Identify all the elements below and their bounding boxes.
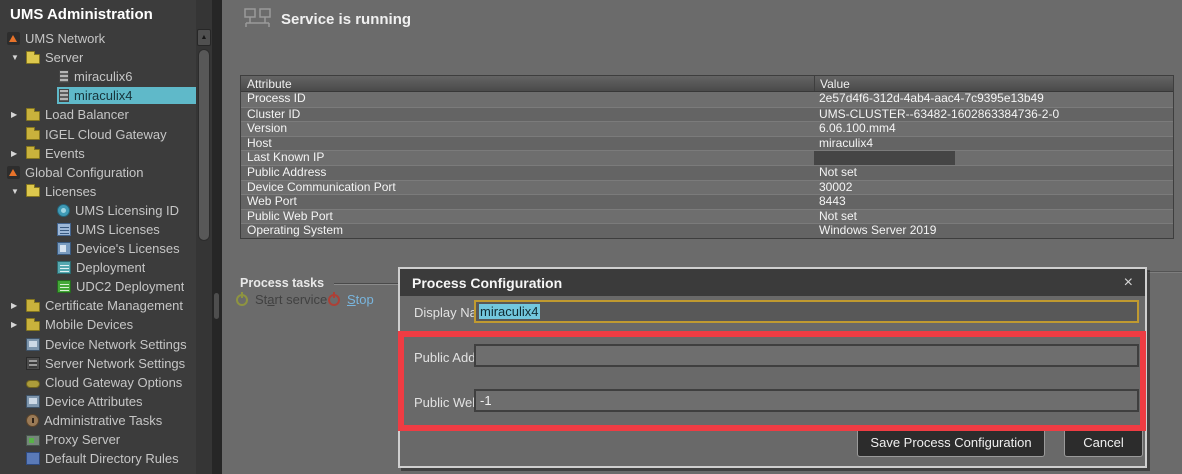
- expander-icon[interactable]: ▼: [9, 187, 26, 196]
- tree-item[interactable]: miraculix4: [0, 86, 196, 105]
- tree-item[interactable]: ▶ Events: [0, 144, 196, 163]
- process-tasks-divider: [334, 283, 398, 285]
- background-divider: [1148, 271, 1182, 273]
- status-header: Service is running: [244, 8, 411, 30]
- sidebar-title: UMS Administration: [10, 6, 153, 23]
- tree-item[interactable]: Administrative Tasks: [0, 411, 196, 430]
- cloud-icon: [26, 380, 40, 388]
- tree-item[interactable]: Global Configuration: [0, 163, 196, 182]
- table-row[interactable]: Process ID 2e57d4f6-312d-4ab4-aac4-7c939…: [241, 92, 1173, 107]
- ums-administration-window: UMS Administration UMS Network ▼ Server: [0, 0, 1182, 474]
- tree-item[interactable]: ▶ Mobile Devices: [0, 315, 196, 334]
- tree-item[interactable]: ▼ Server: [0, 48, 196, 67]
- sidebar: UMS Administration UMS Network ▼ Server: [0, 0, 196, 474]
- table-row[interactable]: Public Web Port Not set: [241, 209, 1173, 224]
- monitor-icon: [26, 395, 40, 408]
- selected-text: miraculix4: [479, 304, 540, 319]
- deployment-icon: [57, 261, 71, 274]
- network-icon: [244, 8, 271, 30]
- stop-service-link[interactable]: Stop: [328, 292, 374, 307]
- clock-icon: [26, 414, 39, 427]
- sidebar-scrollbar[interactable]: ▲: [196, 0, 212, 474]
- table-row[interactable]: Host miraculix4: [241, 136, 1173, 151]
- tree-item[interactable]: IGEL Cloud Gateway: [0, 124, 196, 143]
- tree-item[interactable]: Deployment: [0, 258, 196, 277]
- folder-icon: [26, 149, 40, 159]
- cancel-button[interactable]: Cancel: [1064, 428, 1143, 457]
- splitter-handle-icon[interactable]: [214, 293, 219, 319]
- process-tasks-label: Process tasks: [240, 276, 324, 290]
- tree-item[interactable]: Device Network Settings: [0, 335, 196, 354]
- display-name-field[interactable]: miraculix4: [474, 300, 1139, 323]
- process-configuration-dialog: Process Configuration × Display Name mir…: [398, 267, 1147, 468]
- tree-item[interactable]: Device Attributes: [0, 392, 196, 411]
- panel-splitter[interactable]: [212, 0, 222, 474]
- tree-item[interactable]: Cloud Gateway Options: [0, 373, 196, 392]
- table-row[interactable]: Version 6.06.100.mm4: [241, 121, 1173, 136]
- tree-item[interactable]: ▶ Load Balancer: [0, 105, 196, 124]
- power-start-icon: [236, 294, 248, 306]
- redaction-box: [814, 151, 955, 165]
- table-row[interactable]: Public Address Not set: [241, 165, 1173, 180]
- dialog-title: Process Configuration: [412, 275, 562, 291]
- igel-logo-icon: [7, 32, 20, 45]
- rules-icon: [26, 452, 40, 465]
- public-address-field[interactable]: [474, 344, 1139, 367]
- navigation-tree: UMS Network ▼ Server miraculix6: [0, 29, 196, 474]
- expander-icon[interactable]: ▼: [9, 53, 26, 62]
- tree-item[interactable]: Default Directory Rules: [0, 449, 196, 468]
- scrollbar-thumb[interactable]: [198, 49, 210, 241]
- folder-open-icon: [26, 54, 40, 64]
- table-row[interactable]: Cluster ID UMS-CLUSTER--63482-1602863384…: [241, 107, 1173, 122]
- power-stop-icon: [328, 294, 340, 306]
- proxy-icon: [26, 435, 40, 446]
- expander-icon[interactable]: ▶: [9, 149, 26, 158]
- status-title: Service is running: [281, 11, 411, 28]
- expander-icon[interactable]: ▶: [9, 301, 26, 310]
- folder-open-icon: [26, 187, 40, 197]
- igel-logo-icon: [7, 166, 20, 179]
- tree-item[interactable]: Server Network Settings: [0, 354, 196, 373]
- device-network-icon: [26, 338, 40, 351]
- expander-icon[interactable]: ▶: [9, 320, 26, 329]
- server-icon: [59, 89, 69, 102]
- table-body: Process ID 2e57d4f6-312d-4ab4-aac4-7c939…: [241, 92, 1173, 238]
- tree-item[interactable]: UDC2 Deployment: [0, 277, 196, 296]
- table-row[interactable]: Device Communication Port 30002: [241, 180, 1173, 195]
- tree-item[interactable]: Device's Licenses: [0, 239, 196, 258]
- folder-icon: [26, 111, 40, 121]
- server-network-icon: [26, 357, 40, 370]
- licensing-id-icon: [57, 204, 70, 217]
- attribute-table: Attribute Value Process ID 2e57d4f6-312d…: [240, 75, 1174, 239]
- dialog-titlebar: Process Configuration ×: [400, 269, 1145, 296]
- tree-item[interactable]: UMS Licensing ID: [0, 201, 196, 220]
- save-process-configuration-button[interactable]: Save Process Configuration: [857, 428, 1045, 457]
- tree-item[interactable]: UMS Licenses: [0, 220, 196, 239]
- table-row[interactable]: Web Port 8443: [241, 194, 1173, 209]
- server-icon: [59, 70, 69, 83]
- column-header-value[interactable]: Value: [814, 76, 1173, 91]
- table-header: Attribute Value: [241, 76, 1173, 92]
- folder-icon: [26, 302, 40, 312]
- tree-item[interactable]: Proxy Server: [0, 430, 196, 449]
- scroll-up-button[interactable]: ▲: [197, 29, 211, 46]
- udc2-icon: [57, 280, 71, 293]
- folder-icon: [26, 130, 40, 140]
- tree-item[interactable]: ▶ Certificate Management: [0, 296, 196, 315]
- tree-item[interactable]: UMS Network: [0, 29, 196, 48]
- close-icon[interactable]: ×: [1124, 275, 1133, 291]
- licenses-icon: [57, 223, 71, 236]
- column-header-attribute[interactable]: Attribute: [241, 76, 814, 91]
- folder-icon: [26, 321, 40, 331]
- tree-item[interactable]: ▼ Licenses: [0, 182, 196, 201]
- public-web-port-field[interactable]: [474, 389, 1139, 412]
- tree-item[interactable]: miraculix6: [0, 67, 196, 86]
- start-service-link[interactable]: Start service: [236, 292, 327, 307]
- table-row[interactable]: Last Known IP: [241, 150, 1173, 165]
- expander-icon[interactable]: ▶: [9, 110, 26, 119]
- table-row[interactable]: Operating System Windows Server 2019: [241, 223, 1173, 238]
- device-licenses-icon: [57, 242, 71, 255]
